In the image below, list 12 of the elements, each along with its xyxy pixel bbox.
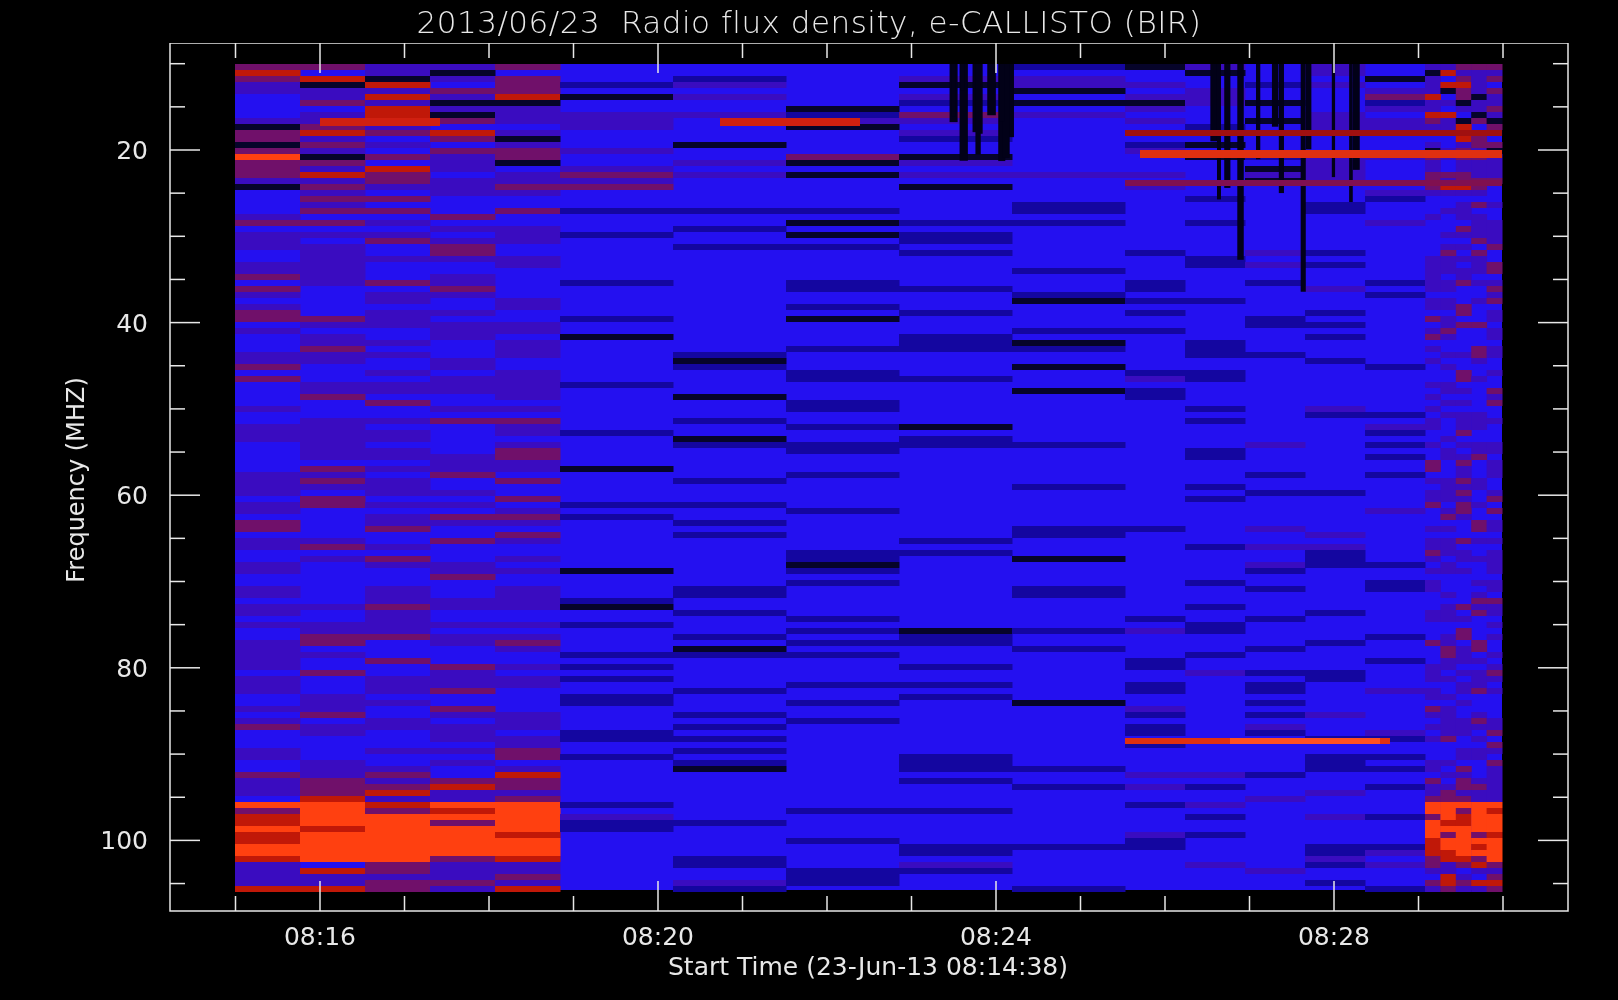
tick-label: 08:16: [284, 922, 356, 951]
tick-label: 80: [116, 653, 148, 683]
axis-label: Frequency (MHZ): [62, 377, 90, 583]
tick-label: 100: [100, 826, 148, 856]
axis-label: Start Time (23-Jun-13 08:14:38): [668, 952, 1068, 981]
tick-label: 20: [116, 136, 148, 165]
tick-label: 40: [116, 308, 148, 338]
tick-label: 08:20: [622, 922, 694, 951]
tick-label: 60: [116, 481, 148, 511]
tick-label: 08:28: [1298, 922, 1370, 951]
plot-title: 2013/06/23 Radio flux density, e-CALLISTO (BIR): [416, 3, 1202, 40]
tick-label: 08:24: [960, 922, 1032, 951]
